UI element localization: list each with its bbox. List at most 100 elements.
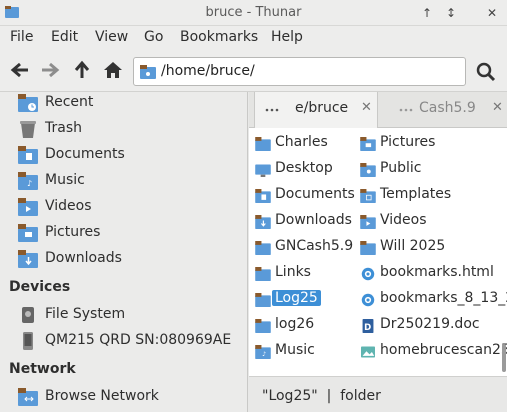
documents-folder-icon <box>18 146 38 164</box>
image-file-icon <box>360 345 376 359</box>
menu-bar: File Edit View Go Bookmarks Help <box>0 26 507 50</box>
sidebar-item-label: Pictures <box>45 224 101 240</box>
tab-gncash[interactable]: Cash5.9 ✕ <box>381 92 507 128</box>
file-name: homebrucescan250 <box>380 342 507 358</box>
file-name: Templates <box>380 186 452 202</box>
search-icon[interactable] <box>474 60 498 84</box>
sidebar-item-videos[interactable]: Videos <box>0 194 247 220</box>
location-path[interactable]: /home/bruce/ <box>161 63 255 79</box>
menu-file[interactable]: File <box>10 29 33 45</box>
forward-arrow-icon[interactable] <box>38 58 62 82</box>
sidebar-item-trash[interactable]: Trash <box>0 116 247 142</box>
music-folder-icon: ♪ <box>18 172 38 190</box>
music-folder-icon: ♪ <box>255 345 271 359</box>
tab-label: e/bruce <box>295 100 349 116</box>
menu-go[interactable]: Go <box>144 29 163 45</box>
sidebar-item-label: Music <box>45 172 85 188</box>
drive-icon <box>18 306 38 324</box>
file-name: log26 <box>275 316 315 332</box>
html-file-icon <box>360 267 376 281</box>
tab-close-icon[interactable]: ✕ <box>361 100 372 115</box>
folder-icon <box>255 319 271 333</box>
close-icon[interactable]: ✕ <box>483 4 501 22</box>
scrollbar[interactable] <box>502 344 506 372</box>
title-bar: bruce - Thunar ↑ ↕ ✕ <box>0 0 507 26</box>
folder-icon <box>255 137 271 151</box>
sidebar-item-label: Documents <box>45 146 125 162</box>
sidebar-item-downloads[interactable]: Downloads <box>0 246 247 272</box>
file-name: Links <box>275 264 311 280</box>
sidebar-item-file[interactable]: File System <box>0 302 247 328</box>
sidebar-item-label: Trash <box>45 120 82 136</box>
sidebar-item-label: Recent <box>45 94 94 110</box>
sidebar-item-label: Downloads <box>45 250 122 266</box>
up-arrow-icon[interactable] <box>70 58 94 82</box>
status-text: "Log25" | folder <box>262 388 381 404</box>
recent-folder-icon <box>18 94 38 112</box>
svg-text:♪: ♪ <box>262 351 266 358</box>
pictures-folder-icon <box>360 137 376 151</box>
folder-icon <box>255 267 271 281</box>
sidebar-item-pictures[interactable]: Pictures <box>0 220 247 246</box>
svg-text:D: D <box>364 323 371 333</box>
menu-view[interactable]: View <box>95 29 128 45</box>
network-heading: Network <box>9 361 76 377</box>
public-folder-icon <box>360 163 376 177</box>
sidebar-item-documents[interactable]: Documents <box>0 142 247 168</box>
back-arrow-icon[interactable] <box>8 58 32 82</box>
file-view: Charles Desktop Documents Downloads GNCa… <box>249 128 507 376</box>
sidebar-item-label: Videos <box>45 198 92 214</box>
file-name: bookmarks.html <box>380 264 494 280</box>
file-name: Dr250219.doc <box>380 316 480 332</box>
folder-icon <box>399 108 413 112</box>
status-bar: "Log25" | folder <box>249 376 507 412</box>
file-name: Videos <box>380 212 427 228</box>
file-name: Downloads <box>275 212 352 228</box>
location-bar[interactable]: /home/bruce/ <box>133 57 466 86</box>
folder-icon <box>140 65 156 79</box>
maximize-icon[interactable]: ↕ <box>442 4 460 22</box>
file-name: Will 2025 <box>380 238 446 254</box>
file-name: Desktop <box>275 160 333 176</box>
folder-icon <box>360 241 376 255</box>
file-name: Public <box>380 160 422 176</box>
sidebar: Recent Trash Documents ♪ Music Videos Pic… <box>0 92 248 412</box>
sidebar-item-music[interactable]: ♪ Music <box>0 168 247 194</box>
sidebar-item-browse[interactable]: Browse Network <box>0 384 247 410</box>
videos-folder-icon <box>18 198 38 216</box>
file-name: Documents <box>275 186 355 202</box>
sidebar-item-label: File System <box>45 306 126 322</box>
home-icon[interactable] <box>101 58 125 82</box>
videos-folder-icon <box>360 215 376 229</box>
svg-text:♪: ♪ <box>27 179 32 188</box>
menu-help[interactable]: Help <box>271 29 303 45</box>
doc-file-icon: D <box>360 319 376 333</box>
sidebar-item-label: Browse Network <box>45 388 159 404</box>
tab-close-icon[interactable]: ✕ <box>492 100 503 115</box>
menu-edit[interactable]: Edit <box>51 29 78 45</box>
menu-bookmarks[interactable]: Bookmarks <box>180 29 258 45</box>
network-folder-icon <box>18 388 38 406</box>
html-file-icon <box>360 293 376 307</box>
tab-label: Cash5.9 <box>419 100 476 116</box>
pictures-folder-icon <box>18 224 38 242</box>
sidebar-item-recent[interactable]: Recent <box>0 92 247 116</box>
file-name: Charles <box>275 134 328 150</box>
tab-bar: e/bruce ✕ Cash5.9 ✕ <box>249 92 507 128</box>
downloads-folder-icon <box>18 250 38 268</box>
desktop-folder-icon <box>255 163 271 177</box>
devices-heading: Devices <box>9 279 71 295</box>
trash-icon <box>18 120 38 138</box>
file-name: GNCash5.9 <box>275 238 354 254</box>
folder-icon <box>255 241 271 255</box>
tab-home-bruce[interactable]: e/bruce ✕ <box>254 92 378 128</box>
sidebar-item-qm215[interactable]: QM215 QRD SN:080969AE <box>0 328 247 354</box>
documents-folder-icon <box>255 189 271 203</box>
minimize-icon[interactable]: ↑ <box>418 4 436 22</box>
file-name: Log25 <box>272 290 321 306</box>
file-name: Pictures <box>380 134 436 150</box>
folder-icon <box>265 108 279 112</box>
templates-folder-icon <box>360 189 376 203</box>
downloads-folder-icon <box>255 215 271 229</box>
file-name: bookmarks_8_13_25 <box>380 290 507 306</box>
